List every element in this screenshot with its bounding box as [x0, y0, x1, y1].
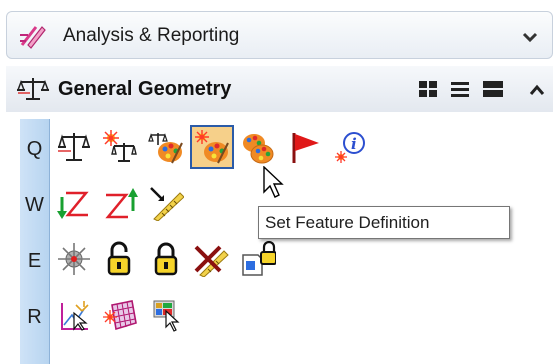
workflow-dropdown[interactable]: Analysis & Reporting [6, 11, 553, 59]
unlock-padlock-icon[interactable] [98, 237, 142, 281]
palette-scale-icon[interactable] [144, 125, 188, 169]
red-flag-icon[interactable] [282, 125, 326, 169]
balance-scale-icon [16, 76, 50, 107]
select-element-icon[interactable] [52, 293, 96, 337]
ruler-arrow-icon[interactable] [144, 181, 188, 225]
group-title: General Geometry [58, 78, 232, 100]
info-icon[interactable]: i [328, 125, 372, 169]
document-lock-icon[interactable] [236, 237, 280, 281]
tooltip: Set Feature Definition [258, 206, 510, 239]
lock-padlock-icon[interactable] [144, 237, 188, 281]
delete-ruler-icon[interactable] [190, 237, 234, 281]
chevron-down-icon[interactable] [522, 30, 538, 48]
target-element-icon[interactable] [52, 237, 96, 281]
set-feature-definition-icon[interactable] [190, 125, 234, 169]
row-key: Q [26, 138, 43, 160]
list-view-icon[interactable] [450, 80, 470, 98]
row-key: R [27, 306, 42, 328]
highlight-scale-icon[interactable] [98, 125, 142, 169]
analysis-pencil-icon [18, 21, 50, 54]
svg-text:i: i [351, 135, 357, 153]
row-key: W [25, 194, 44, 216]
chevron-up-icon[interactable] [529, 83, 545, 101]
mouse-cursor-icon [263, 165, 285, 205]
cursor-pick-icon[interactable] [144, 293, 188, 337]
mesh-highlight-icon[interactable] [98, 293, 142, 337]
group-header: General Geometry [6, 66, 553, 112]
direction-green-arrow-icon[interactable] [52, 181, 96, 225]
direction-red-arrow-icon[interactable] [98, 181, 142, 225]
wide-view-icon[interactable] [482, 80, 503, 98]
large-icons-view-icon[interactable] [418, 80, 438, 98]
workflow-label: Analysis & Reporting [63, 25, 240, 46]
row-key: E [27, 250, 42, 272]
copy-palette-icon[interactable] [236, 125, 280, 169]
measure-scale-icon[interactable] [52, 125, 96, 169]
